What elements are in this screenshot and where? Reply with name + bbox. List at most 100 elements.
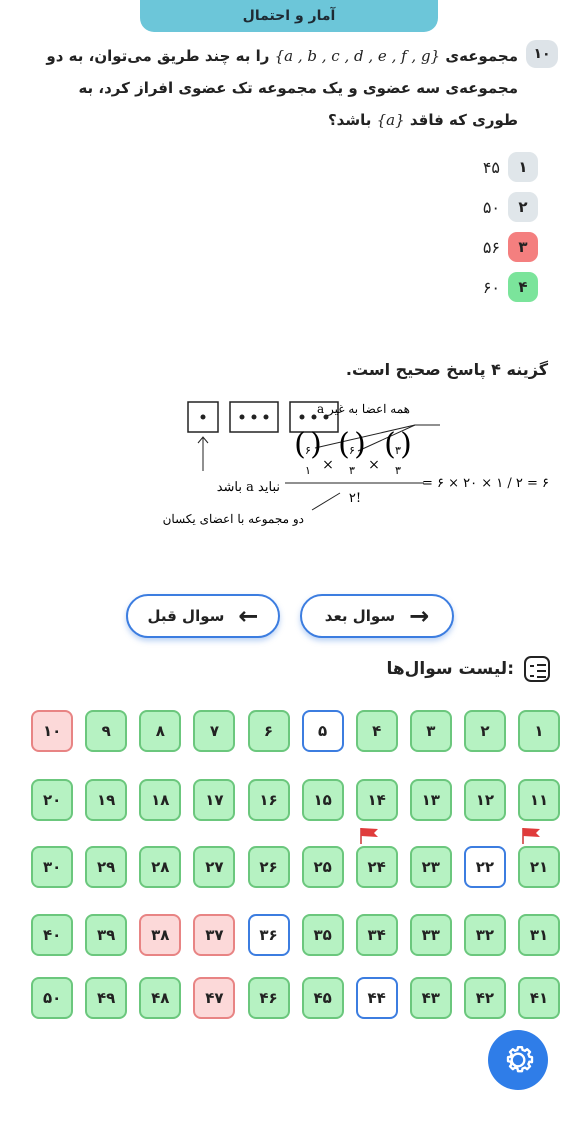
subject-title: آمار و احتمال xyxy=(242,8,336,24)
question-cell-48[interactable]: ۴۸ xyxy=(139,977,182,1019)
option-value: ۵۶ xyxy=(482,237,500,257)
svg-text:۶: ۶ xyxy=(349,444,355,457)
prev-label: سوال قبل xyxy=(147,607,225,625)
question-cell-13[interactable]: ۱۳ xyxy=(409,779,452,821)
flag-icon xyxy=(359,828,378,844)
question-cell-30[interactable]: ۳۰ xyxy=(31,846,74,888)
question-cell-3[interactable]: ۳ xyxy=(409,710,452,752)
option-2[interactable]: ۵۰ ۲ xyxy=(470,192,538,222)
note-left: نباید a باشد xyxy=(217,480,280,495)
option-1[interactable]: ۴۵ ۱ xyxy=(470,152,538,182)
question-set: {a , b , c , d , e , f , g} xyxy=(274,47,441,65)
svg-text:×: × xyxy=(368,457,380,473)
question-cell-27[interactable]: ۲۷ xyxy=(193,846,236,888)
question-cell-41[interactable]: ۴۱ xyxy=(518,977,560,1019)
question-cell-50[interactable]: ۵۰ xyxy=(31,977,74,1019)
question-set-a: {a} xyxy=(376,111,405,129)
svg-text:×: × xyxy=(322,457,334,473)
option-value: ۶۰ xyxy=(482,277,500,297)
settings-button[interactable] xyxy=(488,1030,548,1090)
denominator: ۲! xyxy=(349,491,361,506)
question-list-title: لیست سوال‌ها: xyxy=(386,659,514,679)
question-cell-36[interactable]: ۳۶ xyxy=(247,914,290,956)
svg-text:): ) xyxy=(354,427,366,462)
next-label: سوال بعد xyxy=(324,607,396,625)
svg-text:۳: ۳ xyxy=(395,464,401,477)
question-cell-35[interactable]: ۳۵ xyxy=(301,914,344,956)
question-cell-6[interactable]: ۶ xyxy=(247,710,290,752)
option-4[interactable]: ۶۰ ۴ xyxy=(470,272,538,302)
question-cell-7[interactable]: ۷ xyxy=(193,710,236,752)
svg-text:): ) xyxy=(310,427,322,462)
option-value: ۵۰ xyxy=(482,197,500,217)
question-cell-39[interactable]: ۳۹ xyxy=(85,914,128,956)
question-cell-34[interactable]: ۳۴ xyxy=(355,914,398,956)
question-cell-33[interactable]: ۳۳ xyxy=(409,914,452,956)
question-text-before: مجموعه‌ی xyxy=(445,47,518,65)
question-cell-26[interactable]: ۲۶ xyxy=(247,846,290,888)
question-cell-11[interactable]: ۱۱ xyxy=(518,779,560,821)
question-cell-9[interactable]: ۹ xyxy=(85,710,128,752)
question-cell-37[interactable]: ۳۷ xyxy=(193,914,236,956)
question-cell-2[interactable]: ۲ xyxy=(463,710,506,752)
question-cell-18[interactable]: ۱۸ xyxy=(139,779,182,821)
svg-text:۳: ۳ xyxy=(349,464,355,477)
question-cell-32[interactable]: ۳۲ xyxy=(463,914,506,956)
svg-text:): ) xyxy=(400,427,412,462)
question-cell-4[interactable]: ۴ xyxy=(355,710,398,752)
answer-title: گزینه ۴ پاسخ صحیح است. xyxy=(345,360,548,379)
note-top: همه اعضا به غیر a xyxy=(317,402,410,416)
question-cell-14[interactable]: ۱۴ xyxy=(355,779,398,821)
question-cell-19[interactable]: ۱۹ xyxy=(85,779,128,821)
question-cell-25[interactable]: ۲۵ xyxy=(301,846,344,888)
question-cell-23[interactable]: ۲۳ xyxy=(409,846,452,888)
svg-text:۳: ۳ xyxy=(395,444,401,457)
question-cell-22[interactable]: ۲۲ xyxy=(463,846,506,888)
svg-text:۶: ۶ xyxy=(305,444,311,457)
option-3[interactable]: ۵۶ ۳ xyxy=(470,232,538,262)
question-cell-28[interactable]: ۲۸ xyxy=(139,846,182,888)
note-bottom: دو مجموعه با اعضای یکسان xyxy=(163,512,304,526)
question-cell-40[interactable]: ۴۰ xyxy=(31,914,74,956)
option-value: ۴۵ xyxy=(482,157,500,177)
prev-question-button[interactable]: سوال قبل ← xyxy=(126,594,280,638)
option-badge: ۲ xyxy=(508,192,538,222)
question-cell-12[interactable]: ۱۲ xyxy=(463,779,506,821)
question-cell-5[interactable]: ۵ xyxy=(301,710,344,752)
question-text-end: باشد؟ xyxy=(327,111,372,129)
option-badge: ۱ xyxy=(508,152,538,182)
question-cell-42[interactable]: ۴۲ xyxy=(463,977,506,1019)
calc: = ۶ × ۲۰ × ۱ / ۲ = ۶۰ xyxy=(422,476,550,491)
question-text: مجموعه‌ی {a , b , c , d , e , f , g} را … xyxy=(40,40,518,136)
question-cell-24[interactable]: ۲۴ xyxy=(355,846,398,888)
question-number: ۱۰ xyxy=(526,40,558,68)
question-list-header: لیست سوال‌ها: xyxy=(380,656,550,682)
option-badge: ۳ xyxy=(508,232,538,262)
arrow-left-icon: ← xyxy=(238,602,259,630)
question-cell-38[interactable]: ۳۸ xyxy=(139,914,182,956)
subject-tab: آمار و احتمال xyxy=(140,0,438,32)
question-cell-16[interactable]: ۱۶ xyxy=(247,779,290,821)
question-cell-44[interactable]: ۴۴ xyxy=(355,977,398,1019)
flag-icon xyxy=(522,828,540,844)
question-cell-43[interactable]: ۴۳ xyxy=(409,977,452,1019)
question-cell-29[interactable]: ۲۹ xyxy=(85,846,128,888)
question-cell-21[interactable]: ۲۱ xyxy=(518,846,560,888)
question-cell-20[interactable]: ۲۰ xyxy=(31,779,74,821)
question-cell-10[interactable]: ۱۰ xyxy=(31,710,74,752)
question-cell-15[interactable]: ۱۵ xyxy=(301,779,344,821)
question-cell-49[interactable]: ۴۹ xyxy=(85,977,128,1019)
question-cell-31[interactable]: ۳۱ xyxy=(518,914,560,956)
question-cell-47[interactable]: ۴۷ xyxy=(193,977,236,1019)
option-badge: ۴ xyxy=(508,272,538,302)
question-cell-8[interactable]: ۸ xyxy=(139,710,182,752)
question-cell-17[interactable]: ۱۷ xyxy=(193,779,236,821)
question-cell-45[interactable]: ۴۵ xyxy=(301,977,344,1019)
question-cell-46[interactable]: ۴۶ xyxy=(247,977,290,1019)
gear-icon xyxy=(506,1046,534,1073)
question-cell-1[interactable]: ۱ xyxy=(518,710,560,752)
svg-text:۱: ۱ xyxy=(305,464,311,477)
solution-diagram: همه اعضا به غیر a نباید a باشد دو مجموعه… xyxy=(163,401,550,526)
next-question-button[interactable]: سوال بعد → xyxy=(300,594,454,638)
checklist-icon xyxy=(524,656,550,682)
